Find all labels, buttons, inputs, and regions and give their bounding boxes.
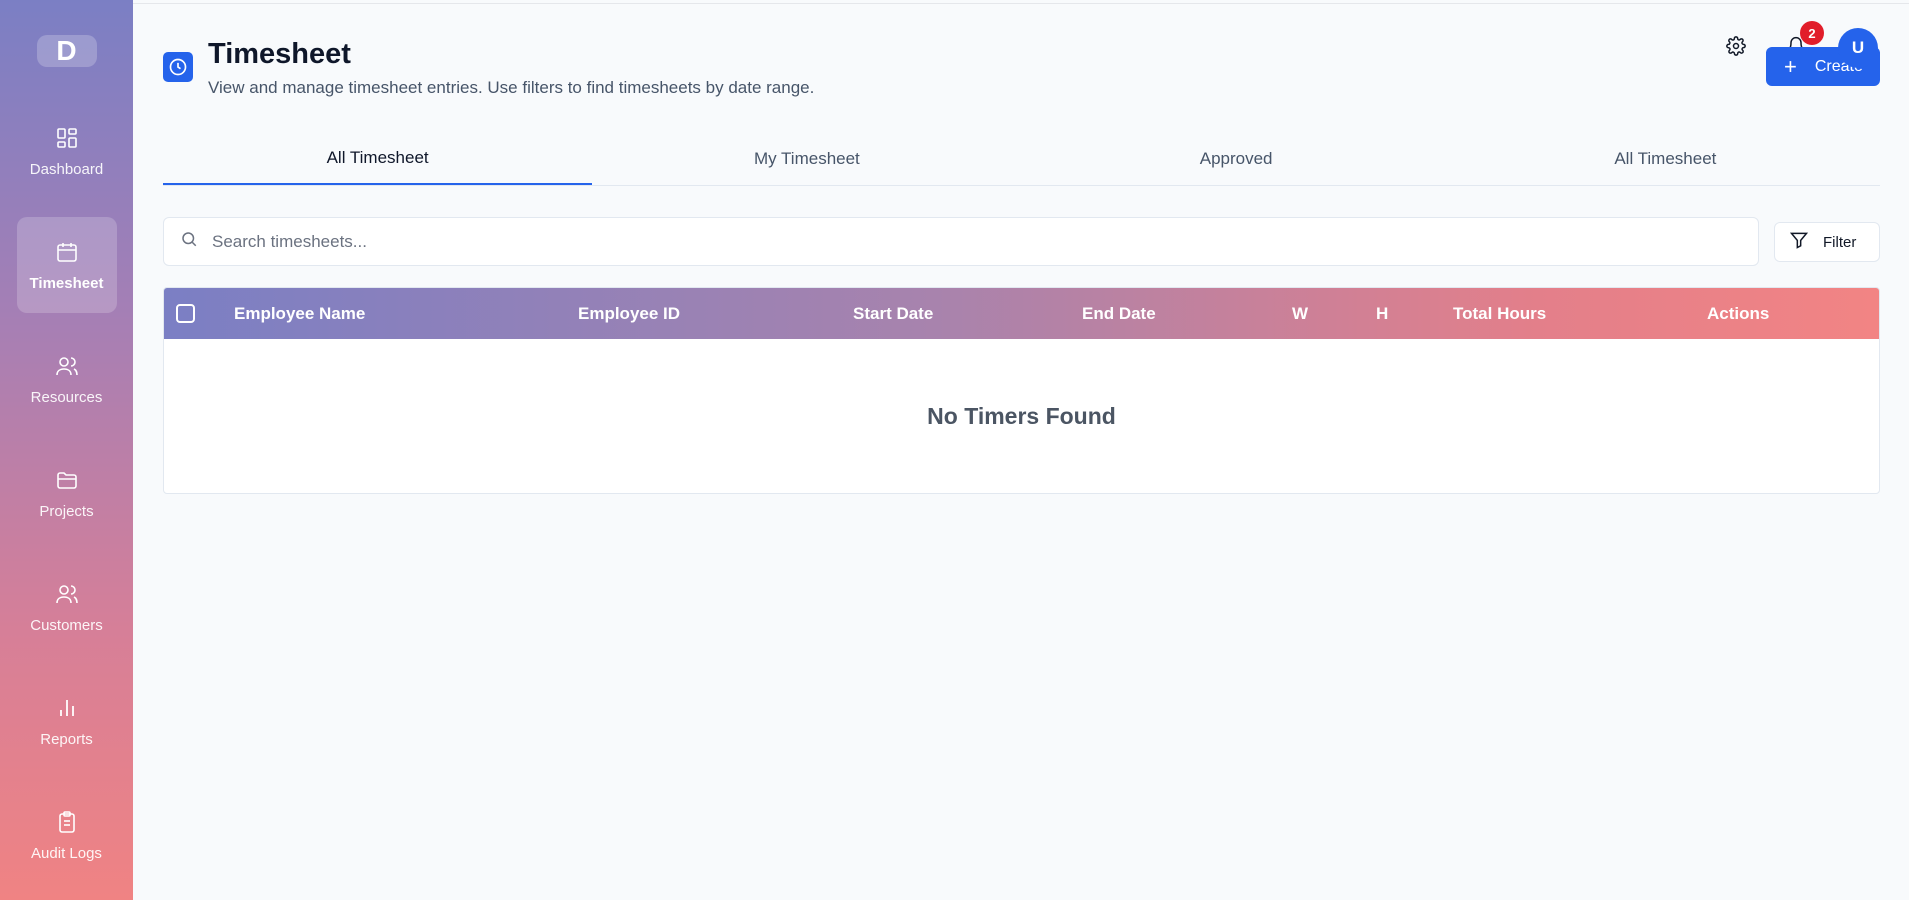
column-header-h[interactable]: H [1376,288,1388,339]
avatar[interactable]: U [1838,28,1878,68]
table-header: Employee Name Employee ID Start Date End… [164,288,1879,339]
sidebar-item-label: Timesheet [29,274,104,292]
dashboard-icon [54,125,80,151]
sidebar-item-label: Dashboard [29,160,104,178]
gear-icon[interactable] [1726,36,1748,58]
sidebar-item-dashboard[interactable]: Dashboard [17,103,117,199]
filter-icon [1789,230,1809,254]
filter-label: Filter [1823,233,1857,251]
column-header-employee-name[interactable]: Employee Name [234,288,365,339]
tab-approved[interactable]: Approved [1022,132,1451,185]
column-header-end-date[interactable]: End Date [1082,288,1156,339]
sidebar-item-label: Customers [30,616,103,634]
sidebar-item-label: Reports [40,730,93,748]
sidebar-item-projects[interactable]: Projects [17,445,117,541]
column-header-w[interactable]: W [1292,288,1308,339]
timesheet-table: Employee Name Employee ID Start Date End… [163,287,1880,494]
page-subtitle: View and manage timesheet entries. Use f… [208,78,815,97]
bar-chart-icon [54,695,80,721]
page-title: Timesheet [208,38,351,70]
sidebar-item-label: Projects [39,502,94,520]
calendar-icon [54,239,80,265]
column-header-start-date[interactable]: Start Date [853,288,933,339]
sidebar-item-audit-logs[interactable]: Audit Logs [17,787,117,883]
sidebar-item-label: Resources [30,388,103,406]
sidebar-item-customers[interactable]: Customers [17,559,117,655]
clock-icon [163,52,193,82]
filter-button[interactable]: Filter [1774,222,1880,262]
users-icon [54,353,80,379]
top-divider [133,3,1909,4]
column-header-actions: Actions [1707,303,1770,323]
sidebar: D Dashboard Timesheet Resources Projects [0,0,133,900]
plus-icon: + [1784,53,1797,79]
empty-state-message: No Timers Found [927,403,1116,429]
app-logo[interactable]: D [36,35,97,67]
search-bar [163,217,1759,266]
clipboard-icon [54,809,80,835]
sidebar-item-timesheet[interactable]: Timesheet [16,217,117,313]
sidebar-item-reports[interactable]: Reports [17,673,117,769]
sidebar-item-label: Audit Logs [31,844,102,862]
tab-my-timesheet[interactable]: My Timesheet [592,132,1021,185]
tab-all-timesheet-2[interactable]: All Timesheet [1451,132,1880,185]
column-header-total-hours[interactable]: Total Hours [1453,288,1546,339]
column-header-employee-id[interactable]: Employee ID [578,288,680,339]
tab-all-timesheet[interactable]: All Timesheet [163,132,593,185]
select-all-checkbox[interactable] [176,304,195,323]
notification-badge: 2 [1800,21,1824,45]
folder-icon [54,467,80,493]
search-input[interactable] [212,231,1712,252]
select-all-cell [176,288,195,339]
sidebar-item-resources[interactable]: Resources [17,331,117,427]
tab-bar: All Timesheet My Timesheet Approved All … [163,132,1880,186]
sidebar-nav: Dashboard Timesheet Resources Projects C… [0,103,133,900]
users-icon [54,581,80,607]
search-icon [180,230,198,253]
